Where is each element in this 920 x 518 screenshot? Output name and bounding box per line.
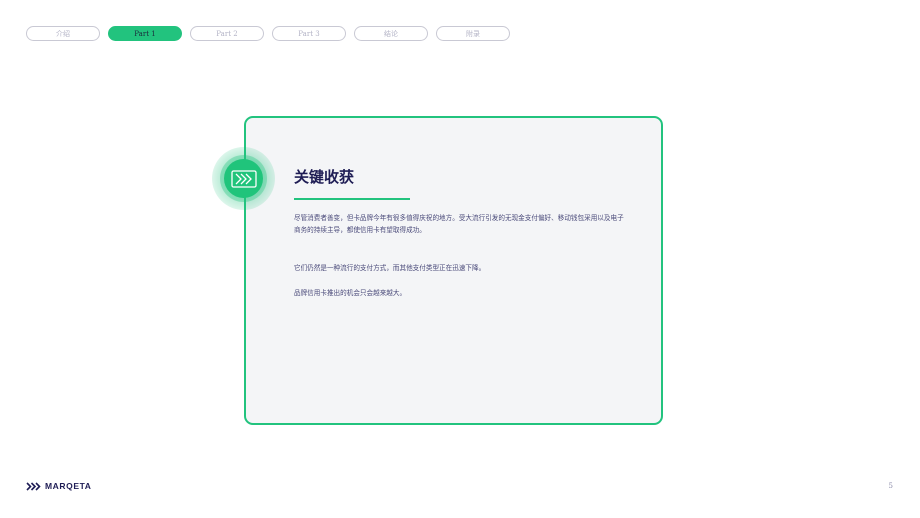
takeaway-badge <box>212 147 275 210</box>
tab-appendix[interactable]: 附录 <box>436 26 510 41</box>
tab-conclusion[interactable]: 结论 <box>354 26 428 41</box>
badge-core <box>224 159 263 198</box>
marqeta-mark-icon <box>26 481 41 491</box>
title-divider <box>294 198 410 200</box>
chevrons-right-icon <box>230 169 257 188</box>
brand-name: MARQETA <box>45 481 92 491</box>
takeaway-paragraph-1: 尽管消费者善变，但卡品牌今年有很多值得庆祝的地方。受大流行引发的无现金支付偏好、… <box>294 214 624 234</box>
page-number: 5 <box>888 482 893 490</box>
tab-part-3[interactable]: Part 3 <box>272 26 346 41</box>
tab-part-2[interactable]: Part 2 <box>190 26 264 41</box>
section-nav: 介绍 Part 1 Part 2 Part 3 结论 附录 <box>26 26 510 41</box>
tab-part-1[interactable]: Part 1 <box>108 26 182 41</box>
brand-logo: MARQETA <box>26 481 92 491</box>
card-title: 关键收获 <box>294 168 355 186</box>
tab-intro[interactable]: 介绍 <box>26 26 100 41</box>
takeaway-paragraph-2: 它们仍然是一种流行的支付方式，而其他支付类型正在迅速下降。 <box>294 264 486 272</box>
takeaway-paragraph-3: 品牌信用卡推出的机会只会越来越大。 <box>294 289 407 297</box>
